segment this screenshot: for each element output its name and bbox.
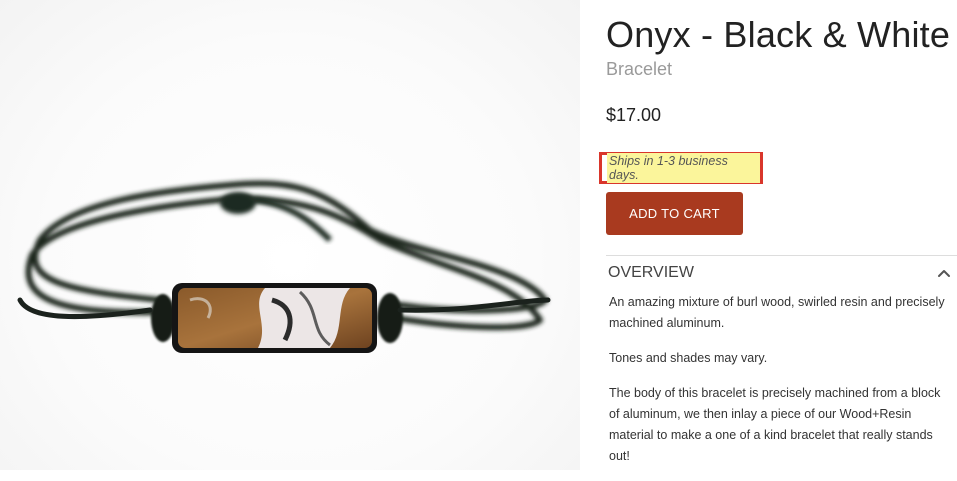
overview-header[interactable]: OVERVIEW — [608, 264, 694, 282]
overview-description: An amazing mixture of burl wood, swirled… — [609, 292, 949, 481]
shipping-highlight-box: Ships in 1-3 business days. — [599, 152, 763, 184]
product-price: $17.00 — [606, 105, 662, 125]
divider — [606, 255, 957, 256]
product-info-panel: Onyx - Black & White Bracelet $17.00 Shi… — [599, 0, 957, 470]
overview-paragraph: The body of this bracelet is precisely m… — [609, 386, 941, 463]
product-image — [0, 0, 580, 470]
shipping-note: Ships in 1-3 business days. — [607, 153, 760, 183]
overview-paragraph: An amazing mixture of burl wood, swirled… — [609, 295, 945, 330]
bracelet-illustration — [17, 180, 551, 353]
product-subtitle: Bracelet — [606, 59, 673, 79]
overview-paragraph: Tones and shades may vary. — [609, 351, 768, 365]
add-to-cart-button[interactable]: ADD TO CART — [606, 192, 743, 235]
chevron-up-icon[interactable] — [936, 265, 952, 281]
product-title: Onyx - Black & White — [606, 14, 951, 55]
